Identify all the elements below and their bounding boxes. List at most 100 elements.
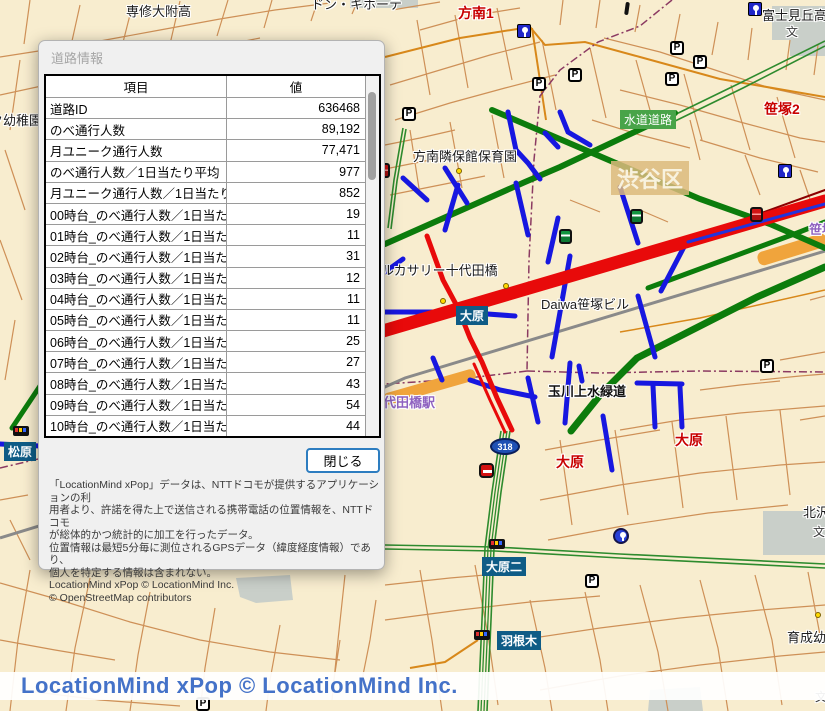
parking-icon: P bbox=[693, 55, 707, 69]
road-info-table: 項目 値 道路ID636468のべ通行人数89,192月ユニーク通行人数77,4… bbox=[44, 74, 381, 438]
table-row: 05時台_のべ通行人数／1日当たり…11 bbox=[46, 309, 365, 330]
poi-label: ク幼稚園 bbox=[0, 110, 42, 129]
station-label: 代田橋駅 bbox=[383, 392, 435, 411]
bus-stop-icon bbox=[489, 539, 505, 549]
yellow-dot-icon bbox=[440, 298, 446, 304]
attribution-text: LocationMind xPop © LocationMind Inc. bbox=[21, 673, 458, 699]
parking-icon: P bbox=[665, 72, 679, 86]
row-value: 12 bbox=[227, 271, 365, 285]
school-label: 文 bbox=[813, 523, 825, 540]
table-row: 02時台_のべ通行人数／1日当たり…31 bbox=[46, 245, 365, 266]
row-item: 07時台_のべ通行人数／1日当たり… bbox=[46, 352, 227, 372]
row-value: 977 bbox=[227, 165, 365, 179]
row-item: 月ユニーク通行人数 bbox=[46, 140, 227, 160]
table-row: 08時台_のべ通行人数／1日当たり…43 bbox=[46, 372, 365, 393]
poi-label: ルカサリー十代田橋 bbox=[381, 260, 498, 279]
row-item: 05時台_のべ通行人数／1日当たり… bbox=[46, 310, 227, 330]
row-item: 04時台_のべ通行人数／1日当たり… bbox=[46, 289, 227, 309]
road-info-dialog: 道路情報 項目 値 道路ID636468のべ通行人数89,192月ユニーク通行人… bbox=[38, 40, 385, 570]
district-label: 方南1 bbox=[458, 3, 494, 23]
parking-icon: P bbox=[402, 107, 416, 121]
table-row: 03時台_のべ通行人数／1日当たり…12 bbox=[46, 267, 365, 288]
row-item: 道路ID bbox=[46, 98, 227, 118]
bus-stop-label: 松原 bbox=[4, 442, 36, 461]
poi-label: 富士見丘高 bbox=[762, 5, 825, 24]
table-row: 07時台_のべ通行人数／1日当たり…27 bbox=[46, 351, 365, 372]
row-item: のべ通行人数 bbox=[46, 119, 227, 139]
bus-stop-label: 羽根木 bbox=[497, 631, 541, 650]
header-value: 値 bbox=[227, 77, 365, 96]
store-red-icon bbox=[750, 207, 763, 222]
row-value: 11 bbox=[227, 228, 365, 242]
poi-label: 方南隣保館保育園 bbox=[413, 146, 517, 165]
row-value: 25 bbox=[227, 334, 365, 348]
store-green-icon bbox=[630, 209, 643, 224]
parking-icon: P bbox=[760, 359, 774, 373]
parking-icon: P bbox=[585, 574, 599, 588]
poi-label: ドン・キホーテ bbox=[311, 0, 402, 13]
close-button[interactable]: 閉じる bbox=[306, 448, 380, 473]
row-item: 08時台_のべ通行人数／1日当たり… bbox=[46, 373, 227, 393]
bus-stop-label: 大原 bbox=[456, 306, 488, 325]
row-value: 852 bbox=[227, 186, 365, 200]
poi-label: 北沢 bbox=[803, 502, 825, 521]
district-label: 大原 bbox=[675, 430, 703, 450]
bus-stop-icon bbox=[474, 630, 490, 640]
table-row: 道路ID636468 bbox=[46, 97, 365, 118]
row-value: 27 bbox=[227, 355, 365, 369]
row-item: 06時台_のべ通行人数／1日当たり… bbox=[46, 331, 227, 351]
bus-stop-icon bbox=[13, 426, 29, 436]
road-sign-label: 水道道路 bbox=[620, 110, 676, 129]
table-row: のべ通行人数89,192 bbox=[46, 118, 365, 139]
yellow-dot-icon bbox=[456, 168, 462, 174]
poi-label: 専修大附高 bbox=[126, 1, 191, 20]
district-label: 笹塚2 bbox=[764, 99, 800, 119]
poi-bold-label: 玉川上水緑道 bbox=[548, 381, 626, 400]
yellow-dot-icon bbox=[815, 612, 821, 618]
pin-icon bbox=[748, 2, 762, 16]
row-item: 02時台_のべ通行人数／1日当たり… bbox=[46, 246, 227, 266]
table-row: 00時台_のべ通行人数／1日当たり…19 bbox=[46, 203, 365, 224]
pin-icon bbox=[517, 24, 531, 38]
school-label: 文 bbox=[786, 23, 798, 40]
parking-icon: P bbox=[568, 68, 582, 82]
dialog-title[interactable]: 道路情報 bbox=[51, 48, 103, 67]
row-value: 11 bbox=[227, 313, 365, 327]
route-shield-318: 318 bbox=[490, 438, 520, 455]
row-item: 03時台_のべ通行人数／1日当たり… bbox=[46, 268, 227, 288]
table-row: 06時台_のべ通行人数／1日当たり…25 bbox=[46, 330, 365, 351]
table-row: 04時台_のべ通行人数／1日当たり…11 bbox=[46, 288, 365, 309]
table-row: のべ通行人数／1日当たり平均977 bbox=[46, 161, 365, 182]
station-label: 笹塚 bbox=[809, 219, 825, 238]
scrollbar-thumb[interactable] bbox=[368, 92, 376, 180]
parking-icon: P bbox=[532, 77, 546, 91]
row-value: 44 bbox=[227, 419, 365, 433]
row-value: 19 bbox=[227, 207, 365, 221]
table-row: 10時台_のべ通行人数／1日当たり…44 bbox=[46, 415, 365, 436]
poi-label: Daiwa笹塚ビル bbox=[541, 294, 629, 313]
table-row: 月ユニーク通行人数／1日当たり平…852 bbox=[46, 182, 365, 203]
info-pin-icon bbox=[613, 528, 629, 544]
row-item: 09時台_のべ通行人数／1日当たり… bbox=[46, 395, 227, 415]
row-item: のべ通行人数／1日当たり平均 bbox=[46, 162, 227, 182]
row-value: 54 bbox=[227, 398, 365, 412]
table-row: 09時台_のべ通行人数／1日当たり…54 bbox=[46, 394, 365, 415]
district-label: 大原 bbox=[556, 452, 584, 472]
row-value: 31 bbox=[227, 249, 365, 263]
row-value: 636468 bbox=[227, 101, 365, 115]
row-item: 00時台_のべ通行人数／1日当たり… bbox=[46, 204, 227, 224]
table-scrollbar[interactable] bbox=[365, 76, 379, 436]
row-item: 10時台_のべ通行人数／1日当たり… bbox=[46, 416, 227, 436]
row-item: 月ユニーク通行人数／1日当たり平… bbox=[46, 183, 227, 203]
attribution-bar: LocationMind xPop © LocationMind Inc. bbox=[0, 672, 825, 700]
table-row: 月ユニーク通行人数77,471 bbox=[46, 139, 365, 160]
table-header-row: 項目 値 bbox=[46, 76, 365, 97]
table-row: 01時台_のべ通行人数／1日当たり…11 bbox=[46, 224, 365, 245]
pin-icon bbox=[778, 164, 792, 178]
row-value: 11 bbox=[227, 292, 365, 306]
map-canvas[interactable]: 専修大附高ク幼稚園ドン・キホーテ方南1富士見丘高文笹塚2方南隣保館保育園笹塚ルカ… bbox=[0, 0, 825, 711]
row-value: 89,192 bbox=[227, 122, 365, 136]
no-entry-icon bbox=[479, 463, 494, 478]
ward-label: 渋谷区 bbox=[611, 161, 689, 195]
row-item: 01時台_のべ通行人数／1日当たり… bbox=[46, 225, 227, 245]
